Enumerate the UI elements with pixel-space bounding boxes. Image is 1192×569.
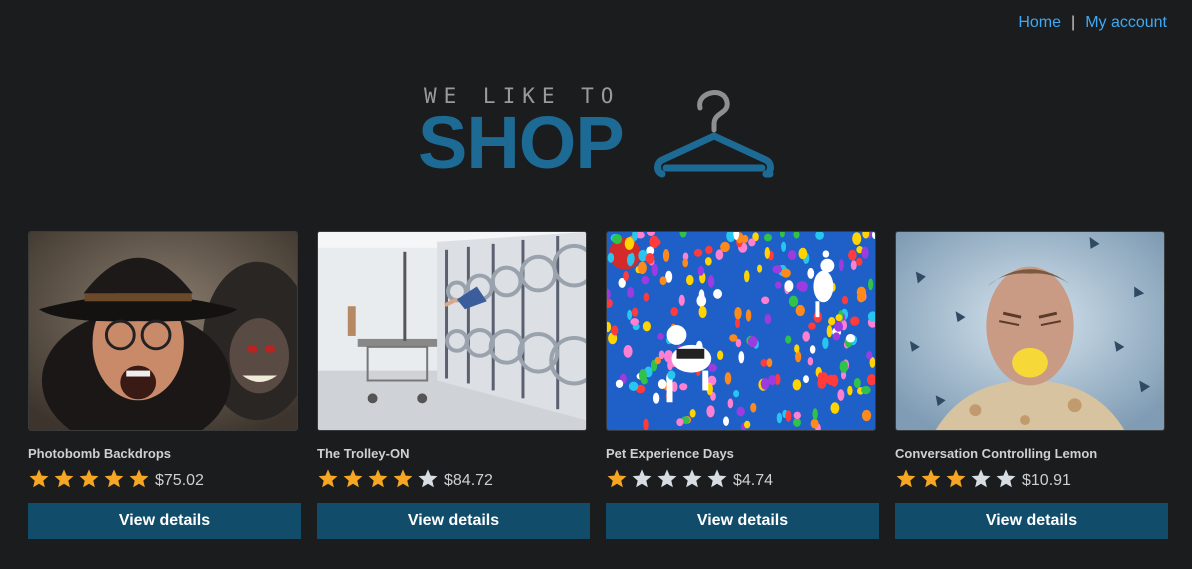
star-rating [895, 468, 1017, 490]
view-details-button[interactable]: View details [606, 503, 879, 539]
product-name: Photobomb Backdrops [28, 446, 172, 461]
product-grid: Photobomb Backdrops $75.02 View details [28, 231, 1169, 539]
star-filled-icon [129, 469, 149, 488]
star-filled-icon [318, 469, 338, 488]
view-details-button[interactable]: View details [895, 503, 1168, 539]
top-nav: Home | My account [1018, 14, 1167, 32]
hanger-icon [654, 90, 774, 178]
my-account-link[interactable]: My account [1085, 14, 1167, 32]
star-rating [606, 468, 728, 490]
product-image[interactable] [28, 231, 298, 431]
star-empty-icon [657, 469, 677, 488]
product-card: Conversation Controlling Lemon $10.91 Vi… [895, 231, 1169, 539]
product-rating-row: $84.72 [317, 467, 591, 491]
star-empty-icon [707, 469, 727, 488]
star-empty-icon [632, 469, 652, 488]
home-link[interactable]: Home [1018, 14, 1061, 32]
product-name: Conversation Controlling Lemon [895, 446, 1098, 461]
shop-logo[interactable]: WE LIKE TO SHOP [418, 84, 778, 184]
star-filled-icon [29, 469, 49, 488]
product-rating-row: $4.74 [606, 467, 880, 491]
product-card: Photobomb Backdrops $75.02 View details [28, 231, 302, 539]
star-empty-icon [996, 469, 1016, 488]
star-filled-icon [368, 469, 388, 488]
logo-wordmark: SHOP [418, 101, 625, 184]
nav-separator: | [1071, 14, 1076, 31]
star-filled-icon [54, 469, 74, 488]
product-price: $75.02 [155, 472, 204, 489]
star-rating [317, 468, 439, 490]
man-with-lemon-photo [896, 232, 1164, 430]
product-card: Pet Experience Days $4.74 View details [606, 231, 880, 539]
product-price: $84.72 [444, 472, 493, 489]
product-image[interactable] [317, 231, 587, 431]
star-filled-icon [607, 469, 627, 488]
product-card: The Trolley-ON $84.72 View details [317, 231, 591, 539]
old-man-with-monkey-photo [29, 232, 297, 430]
product-name: Pet Experience Days [606, 446, 734, 461]
star-empty-icon [682, 469, 702, 488]
shop-page: Home | My account WE LIKE TO SHOP Photob… [0, 0, 1192, 569]
view-details-button[interactable]: View details [317, 503, 590, 539]
star-filled-icon [896, 469, 916, 488]
star-empty-icon [418, 469, 438, 488]
star-empty-icon [971, 469, 991, 488]
star-filled-icon [104, 469, 124, 488]
product-price: $4.74 [733, 472, 774, 489]
star-filled-icon [946, 469, 966, 488]
star-filled-icon [921, 469, 941, 488]
product-price: $10.91 [1022, 472, 1071, 489]
product-image[interactable] [895, 231, 1165, 431]
product-image[interactable] [606, 231, 876, 431]
view-details-button[interactable]: View details [28, 503, 301, 539]
product-rating-row: $10.91 [895, 467, 1169, 491]
star-filled-icon [393, 469, 413, 488]
product-name: The Trolley-ON [317, 446, 410, 461]
laundromat-photo [318, 232, 586, 430]
product-rating-row: $75.02 [28, 467, 302, 491]
star-filled-icon [343, 469, 363, 488]
dogs-with-balloons-photo [607, 232, 875, 430]
star-rating [28, 468, 150, 490]
star-filled-icon [79, 469, 99, 488]
